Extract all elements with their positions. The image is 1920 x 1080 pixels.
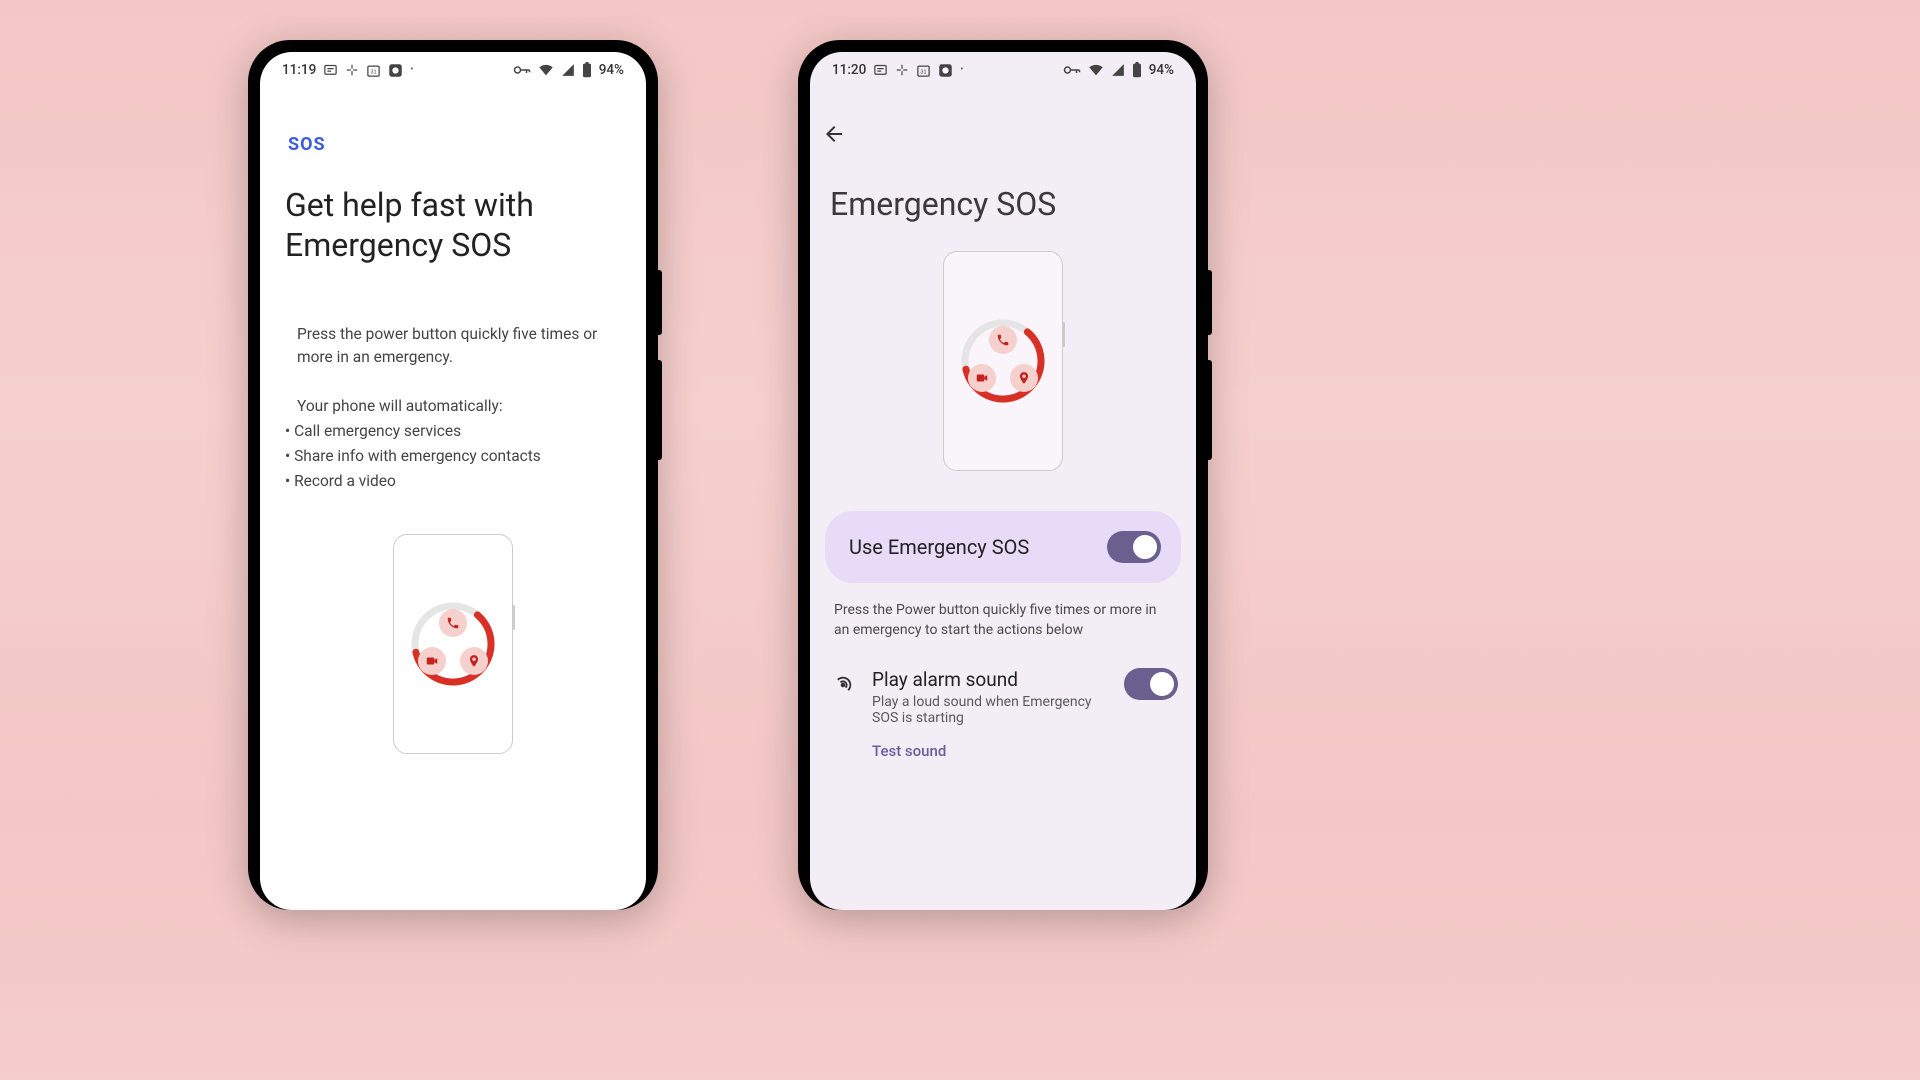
calendar-icon: 31 — [916, 63, 931, 78]
message-icon — [873, 63, 888, 78]
play-alarm-setting: Play alarm sound Play a loud sound when … — [810, 640, 1196, 760]
status-bar-right: 94% — [1063, 62, 1174, 78]
bullet-call: • Call emergency services — [285, 420, 621, 443]
vpn-key-icon — [513, 64, 531, 76]
wifi-icon — [1088, 63, 1104, 77]
battery-percent: 94% — [1149, 62, 1174, 78]
slack-icon — [895, 63, 909, 77]
headline: Get help fast with Emergency SOS — [285, 185, 621, 265]
use-emergency-sos-card: Use Emergency SOS — [825, 511, 1181, 583]
phone-mockup-right: 11:20 31 • 94% Emergency SOS — [798, 40, 1208, 910]
message-icon — [323, 63, 338, 78]
notification-app-icon — [388, 63, 403, 78]
page-title: Emergency SOS — [810, 185, 1196, 223]
progress-ring — [408, 599, 498, 689]
phone-illustration — [943, 251, 1063, 471]
location-share-icon — [460, 647, 488, 675]
use-sos-label: Use Emergency SOS — [849, 535, 1029, 559]
signal-icon — [561, 63, 575, 77]
sos-label: SOS — [288, 134, 621, 155]
bullet-share: • Share info with emergency contacts — [285, 445, 621, 468]
slack-icon — [345, 63, 359, 77]
instruction-text: Press the power button quickly five time… — [285, 323, 621, 370]
more-notifications-dot: • — [410, 65, 413, 75]
alarm-sound-toggle[interactable] — [1124, 668, 1178, 700]
progress-ring — [958, 316, 1048, 406]
bullet-record: • Record a video — [285, 470, 621, 493]
phone-screen-right: 11:20 31 • 94% Emergency SOS — [810, 52, 1196, 910]
phone-call-icon — [989, 326, 1017, 354]
video-record-icon — [418, 647, 446, 675]
use-sos-toggle[interactable] — [1107, 531, 1161, 563]
location-share-icon — [1010, 364, 1038, 392]
back-button[interactable] — [810, 84, 1196, 150]
battery-percent: 94% — [599, 62, 624, 78]
auto-intro: Your phone will automatically: — [285, 395, 621, 418]
arrow-back-icon — [822, 122, 846, 146]
status-bar: 11:19 31 • 94% — [260, 52, 646, 84]
notification-app-icon — [938, 63, 953, 78]
status-time: 11:20 — [832, 62, 866, 78]
calendar-icon: 31 — [366, 63, 381, 78]
main-content: SOS Get help fast with Emergency SOS Pre… — [260, 134, 646, 754]
svg-text:31: 31 — [921, 69, 927, 75]
phone-call-icon — [439, 609, 467, 637]
help-text: Press the Power button quickly five time… — [810, 583, 1196, 640]
battery-icon — [1132, 62, 1142, 78]
illustration-power-button — [512, 605, 515, 630]
alarm-setting-subtitle: Play a loud sound when Emergency SOS is … — [872, 694, 1106, 726]
signal-icon — [1111, 63, 1125, 77]
test-sound-link[interactable]: Test sound — [872, 742, 1106, 760]
svg-text:31: 31 — [371, 69, 377, 75]
wifi-icon — [538, 63, 554, 77]
status-bar-left: 11:20 31 • — [832, 62, 963, 78]
status-bar-left: 11:19 31 • — [282, 62, 413, 78]
more-notifications-dot: • — [960, 65, 963, 75]
status-bar-right: 94% — [513, 62, 624, 78]
phone-mockup-left: 11:19 31 • 94% SOS Get help fast with Em… — [248, 40, 658, 910]
alarm-setting-title: Play alarm sound — [872, 668, 1106, 691]
vpn-key-icon — [1063, 64, 1081, 76]
status-bar: 11:20 31 • 94% — [810, 52, 1196, 84]
speaker-icon — [832, 674, 854, 700]
battery-icon — [582, 62, 592, 78]
status-time: 11:19 — [282, 62, 316, 78]
phone-screen-left: 11:19 31 • 94% SOS Get help fast with Em… — [260, 52, 646, 910]
phone-illustration — [393, 534, 513, 754]
video-record-icon — [968, 364, 996, 392]
illustration-power-button — [1062, 322, 1065, 347]
